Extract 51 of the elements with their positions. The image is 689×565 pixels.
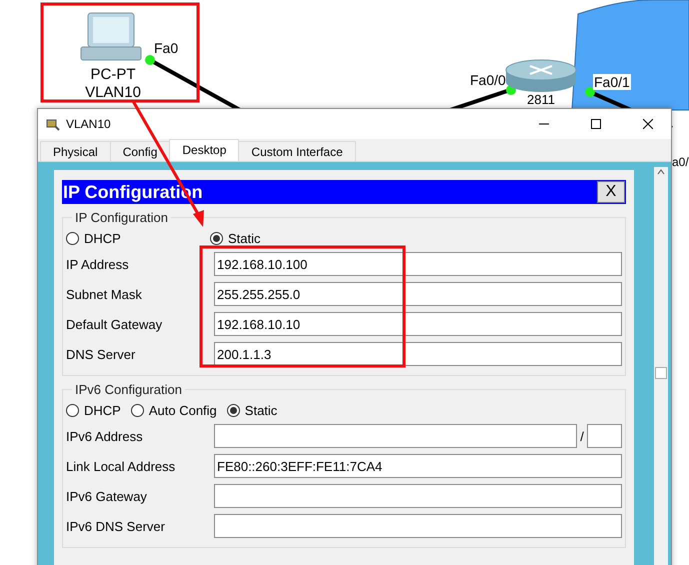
text-field[interactable]: 200.1.1.3 — [214, 342, 622, 366]
text-field[interactable]: 192.168.10.100 — [214, 252, 622, 276]
radio-circle[interactable] — [210, 232, 223, 244]
radio-option[interactable]: DHCP — [66, 402, 121, 418]
scroll-up-icon[interactable] — [656, 167, 666, 177]
router-icon[interactable] — [506, 60, 576, 92]
slash-separator: / — [579, 428, 585, 444]
scrollbar[interactable] — [654, 167, 668, 565]
text-field[interactable]: FE80::260:3EFF:FE11:7CA4 — [214, 454, 622, 478]
port-label: Fa0/0 — [470, 72, 506, 88]
radio-option[interactable]: Static — [226, 402, 278, 418]
radio-option[interactable]: Auto Config — [130, 402, 217, 418]
field-label: Subnet Mask — [66, 286, 143, 302]
group-title: IP Configuration — [74, 210, 169, 225]
radio-option[interactable]: Static — [210, 230, 261, 246]
tab[interactable]: Desktop — [169, 139, 240, 161]
field-label: IP Address — [66, 256, 130, 272]
field-label: IPv6 Address — [66, 428, 144, 444]
device-label: 2811 — [526, 93, 556, 107]
field-label: IPv6 Gateway — [66, 488, 148, 504]
field-label: Default Gateway — [66, 316, 164, 332]
address-field[interactable] — [214, 424, 577, 448]
link-light — [585, 87, 595, 97]
prefix-field[interactable] — [587, 424, 622, 448]
text-field[interactable] — [214, 514, 622, 538]
tab[interactable]: Custom Interface — [238, 141, 356, 161]
port-label: Fa0/1 — [593, 74, 631, 90]
scroll-thumb[interactable] — [655, 367, 667, 379]
field-label: DNS Server — [66, 346, 136, 362]
port-label: a0/ — [672, 154, 689, 170]
port-label: Fa0 — [154, 40, 178, 56]
tab[interactable]: Physical — [40, 141, 111, 161]
pc-icon[interactable] — [80, 12, 142, 60]
link-light — [145, 55, 155, 65]
field-label: IPv6 DNS Server — [66, 518, 166, 534]
window-title: VLAN10 — [66, 117, 112, 131]
device-icon — [46, 117, 60, 131]
field-label: Link Local Address — [66, 458, 176, 474]
radio-option[interactable]: DHCP — [66, 230, 200, 246]
radio-circle[interactable] — [130, 404, 144, 416]
close-button[interactable]: X — [597, 181, 625, 203]
radio-circle[interactable] — [66, 404, 79, 416]
radio-circle[interactable] — [226, 404, 240, 416]
group-title: IPv6 Configuration — [74, 382, 183, 397]
radio-circle[interactable] — [66, 232, 79, 244]
text-field[interactable] — [214, 484, 622, 508]
device-label: PC-PT — [90, 66, 136, 83]
tab[interactable]: Config — [110, 141, 170, 161]
text-field[interactable]: 255.255.255.0 — [214, 282, 622, 306]
device-label: VLAN10 — [84, 84, 142, 101]
text-field[interactable]: 192.168.10.10 — [214, 312, 622, 336]
